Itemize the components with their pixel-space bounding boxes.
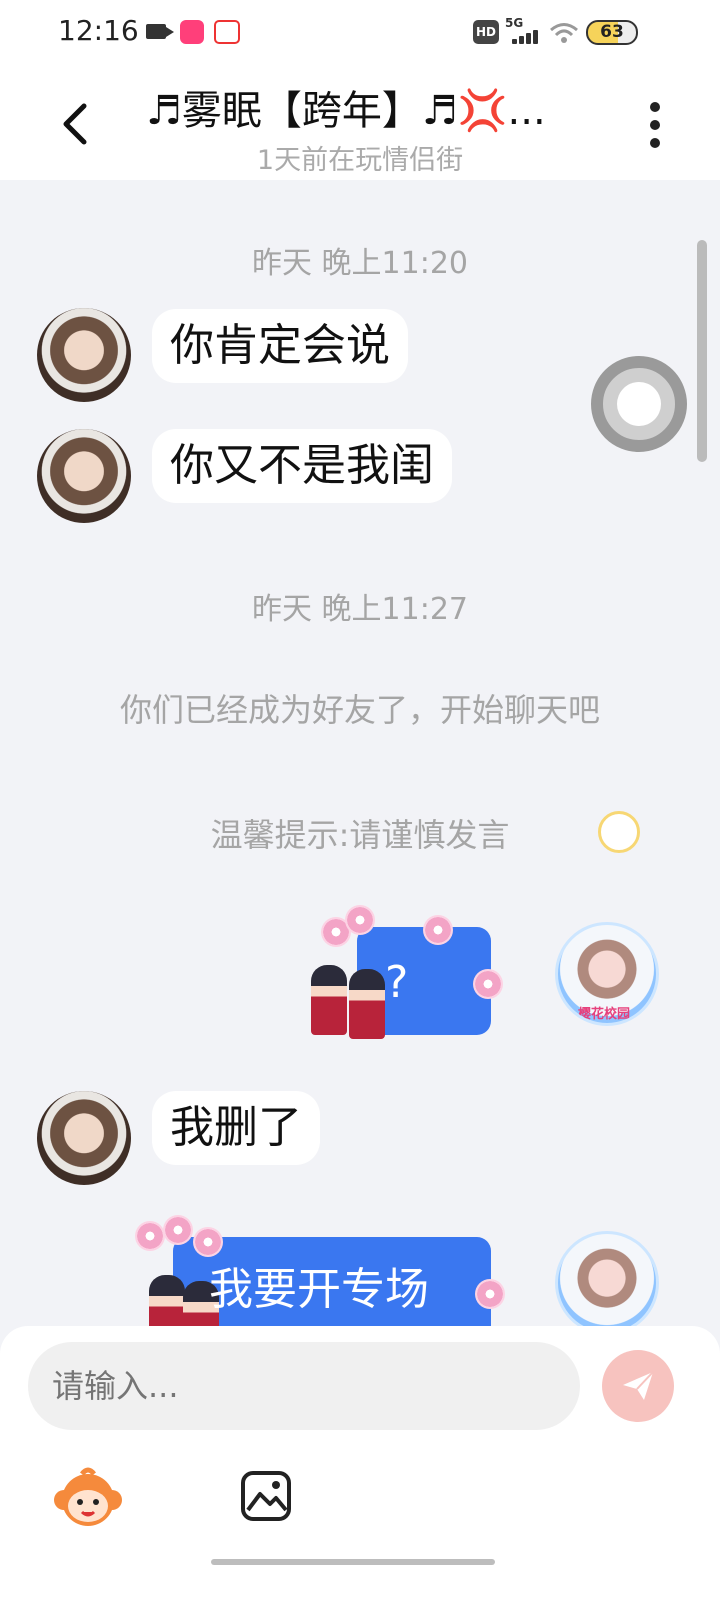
message-input[interactable]: [28, 1342, 580, 1430]
wifi-icon: [550, 23, 578, 43]
contact-name: ♬雾眠【跨年】♬💢...: [146, 88, 546, 134]
message-bubble-received[interactable]: 你肯定会说: [152, 309, 408, 383]
status-time: 12:16: [58, 14, 139, 47]
more-options-button[interactable]: [648, 102, 662, 148]
message-bubble-received[interactable]: 你又不是我闺: [152, 429, 452, 503]
contact-avatar[interactable]: [37, 429, 131, 523]
message-bubble-received[interactable]: 我删了: [152, 1091, 320, 1165]
sticker-message-sent[interactable]: ?: [305, 905, 510, 1039]
floating-indicator[interactable]: [598, 811, 640, 853]
send-icon: [623, 1371, 654, 1400]
contact-avatar[interactable]: [37, 1091, 131, 1185]
news-app-notification-icon: [214, 20, 240, 44]
sticker-text: 我要开专场: [209, 1264, 429, 1315]
my-avatar[interactable]: [555, 1231, 659, 1330]
avatar-badge-text: 樱花校园: [578, 1007, 631, 1022]
signal-icon: [512, 30, 544, 44]
chat-header: ♬雾眠【跨年】♬💢... 1天前在玩情侣街: [0, 64, 720, 180]
timestamp: 昨天 晚上11:27: [252, 592, 468, 627]
sticker-message-sent[interactable]: 我要开专场: [125, 1215, 510, 1330]
contact-status: 1天前在玩情侣街: [256, 145, 464, 176]
hd-icon: HD: [473, 20, 499, 44]
sticker-text: ?: [385, 957, 409, 1008]
app-notification-icon: [180, 20, 204, 44]
chat-message-list[interactable]: 昨天 晚上11:20 你肯定会说 你又不是我闺 昨天 晚上11:27 你们已经成…: [0, 180, 720, 1330]
assistive-touch-button[interactable]: [591, 356, 687, 452]
send-button[interactable]: [602, 1350, 674, 1422]
network-type: 5G: [505, 16, 524, 30]
battery-indicator: 63: [586, 20, 638, 45]
emoji-monkey-icon[interactable]: [52, 1466, 124, 1530]
timestamp: 昨天 晚上11:20: [252, 246, 468, 281]
contact-avatar[interactable]: [37, 308, 131, 402]
friend-added-notice: 你们已经成为好友了，开始聊天吧: [119, 691, 600, 729]
status-bar: 12:16 HD 5G 63: [0, 0, 720, 64]
home-indicator[interactable]: [211, 1559, 495, 1565]
image-picker-icon[interactable]: [240, 1470, 292, 1522]
my-avatar[interactable]: 樱花校园: [555, 922, 659, 1026]
video-recording-icon: [146, 24, 174, 39]
scrollbar[interactable]: [697, 240, 707, 462]
